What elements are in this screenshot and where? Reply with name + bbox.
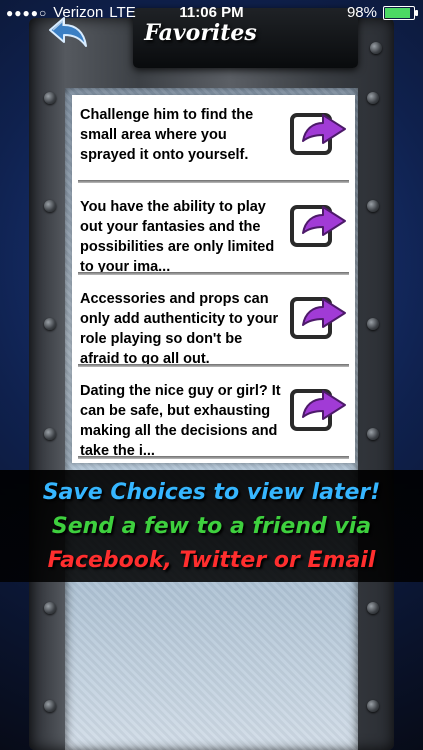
- rivet: [367, 428, 379, 440]
- favorites-list: Challenge him to find the small area whe…: [72, 95, 355, 463]
- rivet: [367, 200, 379, 212]
- share-arrow-icon: [290, 205, 346, 247]
- app-screen: ●●●●○ Verizon LTE 11:06 PM 98% Favorites…: [0, 0, 423, 750]
- share-arrow-icon: [290, 389, 346, 431]
- battery-percent: 98%: [346, 4, 377, 21]
- rivet: [370, 42, 382, 54]
- share-arrow-icon: [290, 297, 346, 339]
- battery-icon: [383, 5, 418, 20]
- list-item[interactable]: You have the ability to play out your fa…: [72, 187, 355, 275]
- share-button[interactable]: [289, 381, 349, 435]
- status-bar: ●●●●○ Verizon LTE 11:06 PM 98%: [0, 0, 423, 26]
- rivet: [367, 700, 379, 712]
- battery-fill: [385, 7, 411, 18]
- share-button[interactable]: [289, 105, 349, 159]
- favorite-text: Dating the nice guy or girl? It can be s…: [80, 383, 281, 459]
- row-divider: [78, 272, 349, 275]
- rivet: [44, 92, 56, 104]
- rivet: [367, 602, 379, 614]
- rivet: [44, 602, 56, 614]
- rivet: [44, 200, 56, 212]
- favorite-text: You have the ability to play out your fa…: [80, 199, 275, 275]
- promo-banner: Save Choices to view later! Send a few t…: [0, 470, 423, 582]
- list-item[interactable]: Dating the nice guy or girl? It can be s…: [72, 371, 355, 459]
- row-divider: [78, 456, 349, 459]
- rivet: [44, 318, 56, 330]
- list-item[interactable]: Accessories and props can only add authe…: [72, 279, 355, 367]
- rivet: [44, 700, 56, 712]
- row-divider: [78, 364, 349, 367]
- list-item[interactable]: Challenge him to find the small area whe…: [72, 95, 355, 183]
- rivet: [367, 318, 379, 330]
- share-button[interactable]: [289, 289, 349, 343]
- promo-line-channels: Facebook, Twitter or Email: [47, 548, 376, 573]
- row-divider: [78, 180, 349, 183]
- status-right: 98%: [346, 4, 418, 21]
- rivet: [44, 428, 56, 440]
- promo-line-save: Save Choices to view later!: [42, 480, 381, 505]
- favorite-text: Challenge him to find the small area whe…: [80, 107, 254, 163]
- promo-line-send: Send a few to a friend via: [51, 514, 372, 539]
- share-arrow-icon: [290, 113, 346, 155]
- favorite-text: Accessories and props can only add authe…: [80, 291, 279, 367]
- rivet: [367, 92, 379, 104]
- share-button[interactable]: [289, 197, 349, 251]
